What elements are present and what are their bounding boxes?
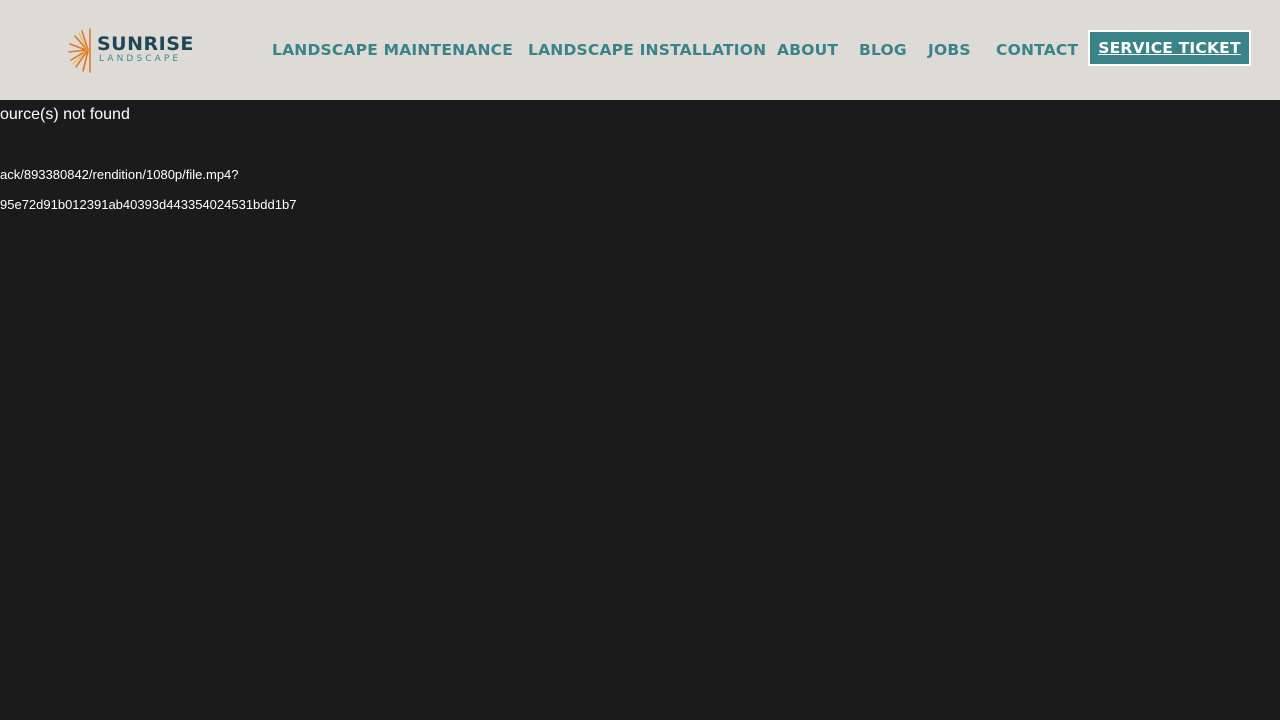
nav-jobs[interactable]: JOBS <box>928 40 971 60</box>
media-error-hash: 95e72d91b012391ab40393d443354024531bdd1b… <box>0 197 297 212</box>
nav-landscape-installation[interactable]: LANDSCAPE INSTALLATION <box>528 40 766 60</box>
nav-contact[interactable]: CONTACT <box>996 40 1078 60</box>
nav-about[interactable]: ABOUT <box>777 40 838 60</box>
nav-landscape-maintenance[interactable]: LANDSCAPE MAINTENANCE <box>272 40 513 60</box>
service-ticket-button[interactable]: SERVICE TICKET <box>1088 30 1251 66</box>
media-error-url: ack/893380842/rendition/1080p/file.mp4? <box>0 167 239 182</box>
media-error-title: ource(s) not found <box>0 106 130 123</box>
site-header: SUNRISE LANDSCAPE LANDSCAPE MAINTENANCE … <box>0 0 1280 100</box>
nav-blog[interactable]: BLOG <box>859 40 907 60</box>
